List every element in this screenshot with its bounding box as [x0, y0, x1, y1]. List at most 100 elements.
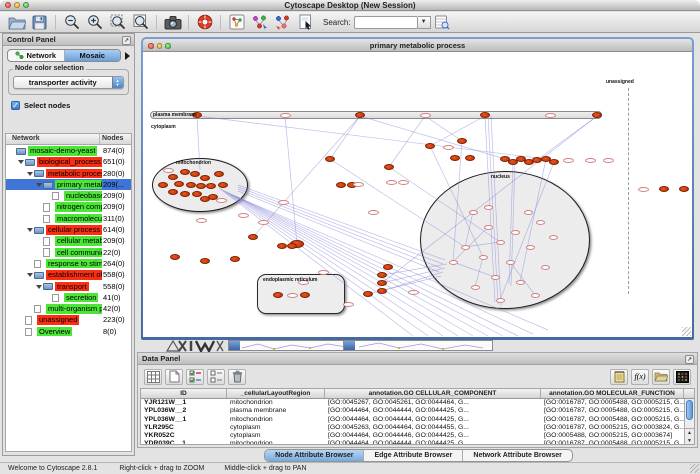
- network-node-label[interactable]: [408, 290, 419, 295]
- network-edge[interactable]: [238, 187, 443, 264]
- table-row[interactable]: YDR039C__1mitochondrion[GO:0044464, GO:0…: [141, 440, 694, 445]
- table-cell[interactable]: cytoplasm: [227, 424, 325, 432]
- search-input[interactable]: [354, 16, 418, 29]
- network-node-label[interactable]: [443, 145, 454, 150]
- network-node[interactable]: [355, 112, 365, 118]
- close-button[interactable]: [5, 2, 11, 8]
- tree-column-network[interactable]: Network: [6, 134, 100, 144]
- function-builder-button[interactable]: f(x): [631, 369, 649, 385]
- network-node[interactable]: [496, 298, 505, 303]
- table-cell[interactable]: mitochondrion: [227, 399, 325, 407]
- tree-row[interactable]: response to stimul264(0): [6, 258, 131, 269]
- network-node[interactable]: [484, 205, 493, 210]
- network-node-label[interactable]: [318, 270, 329, 275]
- tab-network[interactable]: Network: [8, 50, 65, 61]
- network-edge[interactable]: [197, 116, 546, 159]
- table-cell[interactable]: [GO:0045263, GO:0044464, GO:0044455, G..…: [325, 424, 541, 432]
- table-cell[interactable]: YPL036W__2: [141, 407, 227, 415]
- tree-row[interactable]: Overview8(0): [6, 326, 131, 337]
- network-edge[interactable]: [330, 116, 360, 159]
- zoom-in-button[interactable]: [83, 13, 106, 32]
- table-cell[interactable]: [GO:0016787, GO:0005488, GO:0005215, G..…: [541, 407, 684, 415]
- close-button[interactable]: [148, 43, 154, 49]
- network-edge[interactable]: [389, 116, 425, 167]
- zoom-out-button[interactable]: [60, 13, 83, 32]
- network-node[interactable]: [549, 159, 559, 165]
- network-node[interactable]: [536, 220, 545, 225]
- network-node[interactable]: [377, 288, 387, 294]
- network-node-label[interactable]: [216, 198, 227, 203]
- tree-row[interactable]: nitrogen compo209(0): [6, 201, 131, 212]
- tree-row[interactable]: cell communicat22(0): [6, 247, 131, 258]
- network-node[interactable]: [300, 292, 310, 298]
- network-node[interactable]: [449, 260, 458, 265]
- network-node-label[interactable]: [563, 158, 574, 163]
- network-canvas[interactable]: plasma membranecytoplasmmitochondrionnuc…: [143, 52, 692, 337]
- network-edge[interactable]: [223, 190, 443, 336]
- network-node[interactable]: [287, 243, 297, 249]
- tree-row[interactable]: cellular metabo209(0): [6, 235, 131, 246]
- hidden-window-sliver[interactable]: [228, 340, 356, 351]
- apply-layout-alt-button[interactable]: [271, 13, 294, 32]
- network-edge[interactable]: [453, 262, 495, 277]
- table-row[interactable]: YPL036W__1mitochondrion[GO:0044464, GO:0…: [141, 416, 694, 424]
- table-cell[interactable]: YLR295C: [141, 424, 227, 432]
- delete-attribute-button[interactable]: [228, 369, 246, 385]
- network-node[interactable]: [277, 243, 287, 249]
- network-node-label[interactable]: [638, 187, 649, 192]
- network-node[interactable]: [511, 230, 520, 235]
- attribute-editor-button[interactable]: [610, 369, 628, 385]
- tree-row[interactable]: primary metabolic process209(...: [6, 179, 131, 190]
- window-resize-grip[interactable]: [690, 464, 699, 473]
- network-node[interactable]: [491, 275, 500, 280]
- window-titlebar[interactable]: Cytoscape Desktop (New Session): [0, 0, 700, 11]
- scrollbar-arrows[interactable]: ▲▼: [685, 428, 694, 444]
- network-node[interactable]: [484, 225, 493, 230]
- network-edge[interactable]: [510, 262, 535, 295]
- tab-network-attribute-browser[interactable]: Network Attribute Browser: [463, 450, 571, 461]
- network-node[interactable]: [480, 112, 490, 118]
- network-edge[interactable]: [238, 189, 441, 268]
- network-node-label[interactable]: [353, 182, 364, 187]
- save-session-button[interactable]: [28, 13, 51, 32]
- select-attributes-button[interactable]: [186, 369, 204, 385]
- network-node[interactable]: [592, 112, 602, 118]
- network-node[interactable]: [273, 292, 283, 298]
- expand-arrow-icon[interactable]: [27, 228, 33, 232]
- open-session-button[interactable]: [5, 13, 28, 32]
- tab-mosaic[interactable]: Mosaic: [65, 50, 121, 61]
- network-node[interactable]: [214, 171, 224, 177]
- table-vertical-scrollbar[interactable]: ▲▼: [684, 399, 694, 444]
- float-panel-icon[interactable]: ↗: [685, 355, 694, 364]
- network-node[interactable]: [168, 189, 178, 195]
- zoom-fit-button[interactable]: [129, 13, 152, 32]
- network-node[interactable]: [196, 183, 206, 189]
- table-cell[interactable]: [GO:0005488, GO:0005215, GO:0003674]: [541, 432, 684, 440]
- tree-row[interactable]: establishment of lo558(0): [6, 269, 131, 280]
- network-edge[interactable]: [233, 195, 518, 336]
- network-node[interactable]: [531, 293, 540, 298]
- network-node-label[interactable]: [368, 210, 379, 215]
- tree-column-nodes[interactable]: Nodes: [100, 134, 131, 144]
- table-cell[interactable]: cytoplasm: [227, 432, 325, 440]
- network-node[interactable]: [541, 265, 550, 270]
- advanced-search-button[interactable]: [431, 13, 454, 32]
- network-node-label[interactable]: [343, 302, 354, 307]
- tree-row[interactable]: transport558(0): [6, 281, 131, 292]
- tree-row[interactable]: cellular process614(0): [6, 224, 131, 235]
- network-node[interactable]: [325, 156, 335, 162]
- network-node[interactable]: [450, 155, 460, 161]
- tree-row[interactable]: biological_process651(0): [6, 156, 131, 167]
- table-row[interactable]: YKR052Ccytoplasm[GO:0044464, GO:0044446,…: [141, 432, 694, 440]
- network-node-label[interactable]: [398, 180, 409, 185]
- table-column-header[interactable]: _cellularLayoutRegion: [227, 389, 325, 398]
- table-column-header[interactable]: annotation.GO MOLECULAR_FUNCTION: [541, 389, 684, 398]
- network-edge[interactable]: [237, 197, 548, 330]
- network-node-label[interactable]: [585, 158, 596, 163]
- table-cell[interactable]: [GO:0044464, GO:0044444, GO:0044425, G..…: [325, 440, 541, 445]
- expand-arrow-icon[interactable]: [27, 172, 33, 176]
- network-edge[interactable]: [219, 188, 413, 336]
- network-node[interactable]: [200, 175, 210, 181]
- network-node-label[interactable]: [258, 220, 269, 225]
- network-node[interactable]: [174, 181, 184, 187]
